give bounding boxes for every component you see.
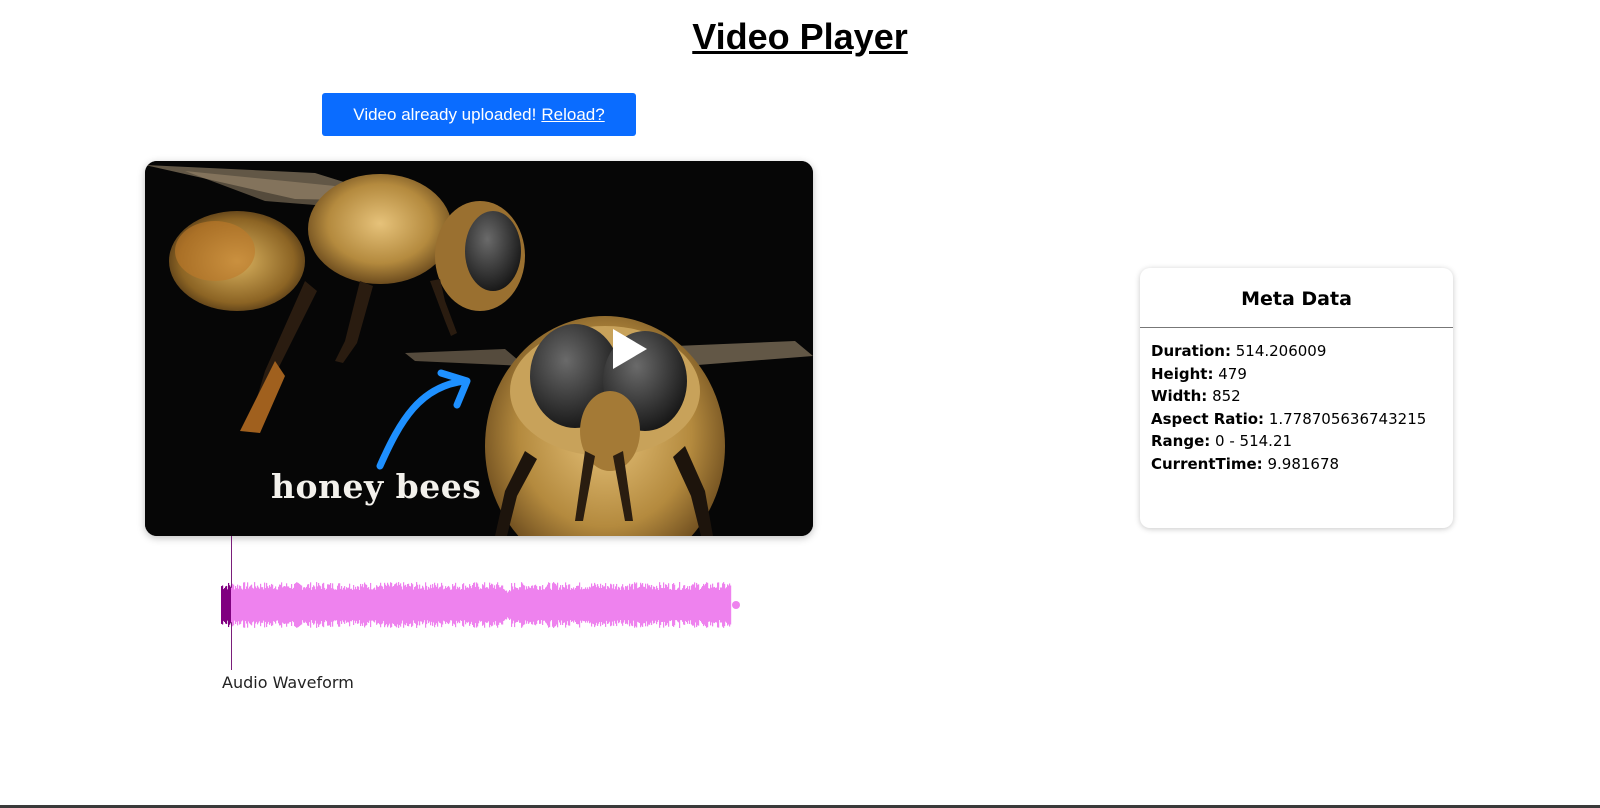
metadata-row-current-time: CurrentTime: 9.981678 bbox=[1151, 453, 1443, 476]
metadata-title: Meta Data bbox=[1140, 268, 1453, 328]
play-icon[interactable] bbox=[609, 327, 649, 371]
metadata-list: Duration: 514.206009 Height: 479 Width: … bbox=[1140, 328, 1453, 475]
upload-status-text: Video already uploaded! bbox=[353, 104, 537, 124]
metadata-key: Aspect Ratio: bbox=[1151, 409, 1265, 428]
waveform-label: Audio Waveform bbox=[222, 673, 354, 692]
metadata-value: 0 - 514.21 bbox=[1215, 432, 1293, 450]
video-caption: honey bees bbox=[271, 467, 482, 506]
metadata-panel: Meta Data Duration: 514.206009 Height: 4… bbox=[1140, 268, 1453, 528]
reload-link[interactable]: Reload? bbox=[541, 105, 604, 125]
metadata-row-height: Height: 479 bbox=[1151, 363, 1443, 386]
metadata-row-range: Range: 0 - 514.21 bbox=[1151, 430, 1443, 453]
page-title: Video Player bbox=[692, 16, 908, 57]
metadata-key: Width: bbox=[1151, 387, 1208, 405]
metadata-value: 514.206009 bbox=[1235, 342, 1327, 360]
metadata-value: 479 bbox=[1218, 364, 1247, 383]
metadata-row-duration: Duration: 514.206009 bbox=[1151, 340, 1443, 363]
audio-waveform[interactable] bbox=[221, 575, 741, 635]
metadata-key: Height: bbox=[1151, 364, 1214, 383]
metadata-value: 1.778705636743215 bbox=[1268, 409, 1427, 428]
metadata-key: CurrentTime: bbox=[1151, 454, 1263, 473]
upload-status-banner: Video already uploaded! Reload? bbox=[322, 93, 636, 136]
metadata-row-aspect-ratio: Aspect Ratio: 1.778705636743215 bbox=[1151, 408, 1443, 431]
metadata-key: Duration: bbox=[1151, 342, 1231, 360]
metadata-key: Range: bbox=[1151, 432, 1211, 450]
metadata-value: 9.981678 bbox=[1267, 454, 1340, 473]
metadata-row-width: Width: 852 bbox=[1151, 385, 1443, 408]
metadata-value: 852 bbox=[1212, 387, 1241, 405]
video-player[interactable]: honey bees bbox=[145, 161, 813, 536]
